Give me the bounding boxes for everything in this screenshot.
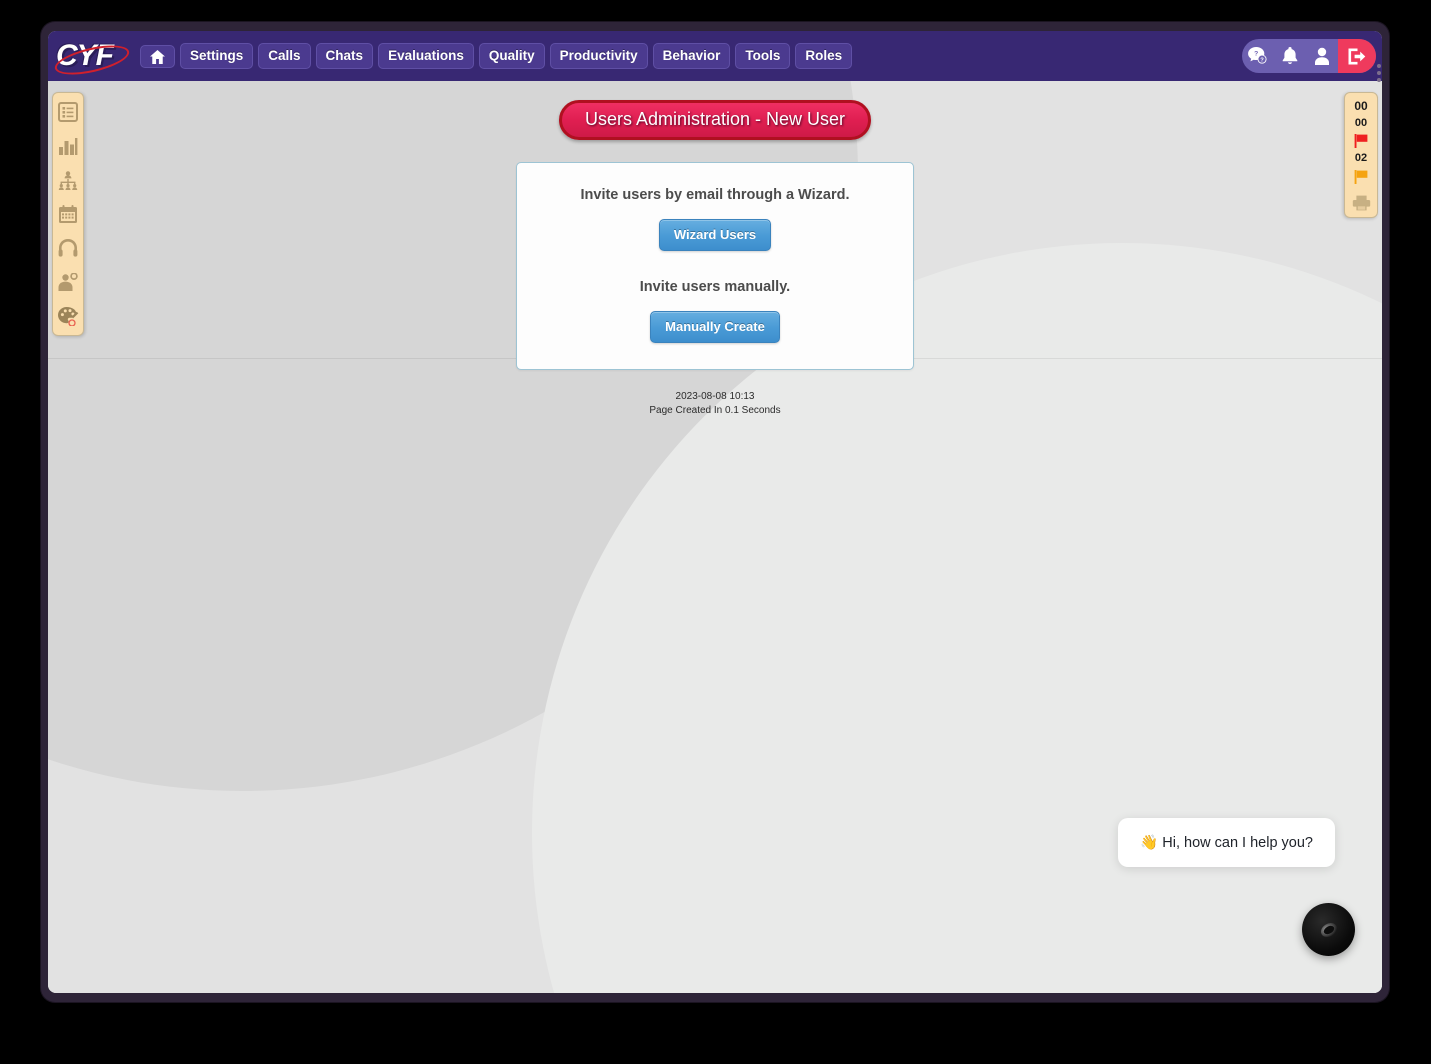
sidebar-item-theme[interactable] bbox=[57, 305, 79, 327]
user-profile-icon[interactable] bbox=[1306, 39, 1338, 73]
home-icon bbox=[150, 49, 165, 64]
main-nav: Settings Calls Chats Evaluations Quality… bbox=[140, 42, 853, 70]
calendar-icon bbox=[59, 204, 77, 223]
svg-text:?: ? bbox=[1260, 58, 1264, 64]
manual-description: Invite users manually. bbox=[639, 279, 791, 295]
logout-icon bbox=[1348, 48, 1366, 64]
new-user-card: Invite users by email through a Wizard. … bbox=[516, 162, 914, 370]
chat-launcher-button[interactable] bbox=[1302, 903, 1355, 956]
nav-item-productivity[interactable]: Productivity bbox=[549, 42, 648, 70]
cyf-logo[interactable]: CYF bbox=[52, 36, 132, 81]
manually-create-button[interactable]: Manually Create bbox=[650, 311, 780, 343]
wizard-users-button[interactable]: Wizard Users bbox=[658, 219, 772, 251]
nav-home-button[interactable] bbox=[140, 44, 175, 68]
footer-generation-time: Page Created In 0.1 Seconds bbox=[649, 404, 781, 416]
window-dot bbox=[1377, 71, 1381, 75]
chat-launcher-icon bbox=[1320, 922, 1337, 937]
notifications-bell-icon[interactable] bbox=[1274, 39, 1306, 73]
svg-text:?: ? bbox=[1254, 51, 1258, 58]
footer-timestamp: 2023-08-08 10:13 bbox=[675, 391, 755, 402]
browser-window-frame: CYF Settings Calls Chats Evaluations Qua… bbox=[41, 22, 1389, 1002]
topbar-actions: ? ? bbox=[1242, 39, 1376, 73]
red-flag-icon bbox=[1354, 134, 1367, 149]
nav-item-evaluations[interactable]: Evaluations bbox=[378, 42, 474, 70]
help-chat-icon[interactable]: ? ? bbox=[1242, 39, 1274, 73]
orange-flag-icon bbox=[1354, 169, 1367, 184]
sidebar-item-list[interactable] bbox=[57, 101, 79, 123]
page-title-area: Users Administration - New User bbox=[48, 81, 1382, 140]
nav-item-tools[interactable]: Tools bbox=[735, 42, 791, 70]
headset-icon bbox=[58, 239, 78, 257]
nav-item-calls[interactable]: Calls bbox=[258, 42, 311, 70]
nav-item-settings[interactable]: Settings bbox=[180, 42, 254, 70]
nav-item-behavior[interactable]: Behavior bbox=[652, 42, 731, 70]
logo-text: CYF bbox=[56, 39, 114, 72]
sidebar-item-calls[interactable] bbox=[57, 237, 79, 259]
window-dots bbox=[1377, 64, 1383, 82]
list-icon bbox=[58, 102, 78, 122]
counter-primary: 00 bbox=[1354, 99, 1368, 113]
page-footer: 2023-08-08 10:13 Page Created In 0.1 Sec… bbox=[48, 390, 1382, 417]
app-viewport: CYF Settings Calls Chats Evaluations Qua… bbox=[48, 31, 1382, 993]
sidebar-item-reports[interactable] bbox=[57, 135, 79, 157]
nav-item-chats[interactable]: Chats bbox=[315, 42, 374, 70]
org-chart-icon bbox=[58, 170, 78, 190]
bar-chart-icon bbox=[59, 138, 78, 155]
sidebar-item-agent-settings[interactable] bbox=[57, 271, 79, 293]
sidebar-item-hierarchy[interactable] bbox=[57, 169, 79, 191]
printer-icon[interactable] bbox=[1352, 195, 1371, 211]
sidebar-item-calendar[interactable] bbox=[57, 203, 79, 225]
left-sidebar bbox=[52, 92, 84, 336]
desktop-background: CYF Settings Calls Chats Evaluations Qua… bbox=[0, 0, 1431, 1064]
nav-item-roles[interactable]: Roles bbox=[795, 42, 853, 70]
page-title: Users Administration - New User bbox=[558, 100, 872, 140]
agent-settings-icon bbox=[58, 273, 78, 291]
palette-icon bbox=[57, 306, 78, 326]
chat-greeting-bubble[interactable]: 👋 Hi, how can I help you? bbox=[1118, 818, 1335, 867]
window-dot bbox=[1377, 78, 1381, 82]
counter-tertiary: 02 bbox=[1354, 152, 1368, 165]
counter-secondary: 00 bbox=[1354, 116, 1368, 129]
page-body: 00 00 02 Users Administration - New User… bbox=[48, 81, 1382, 993]
logout-button[interactable] bbox=[1338, 39, 1376, 73]
wizard-description: Invite users by email through a Wizard. bbox=[580, 187, 850, 203]
right-sidebar: 00 00 02 bbox=[1344, 92, 1378, 218]
nav-item-quality[interactable]: Quality bbox=[478, 42, 545, 70]
top-navigation-bar: CYF Settings Calls Chats Evaluations Qua… bbox=[48, 31, 1382, 81]
window-dot bbox=[1377, 64, 1381, 68]
